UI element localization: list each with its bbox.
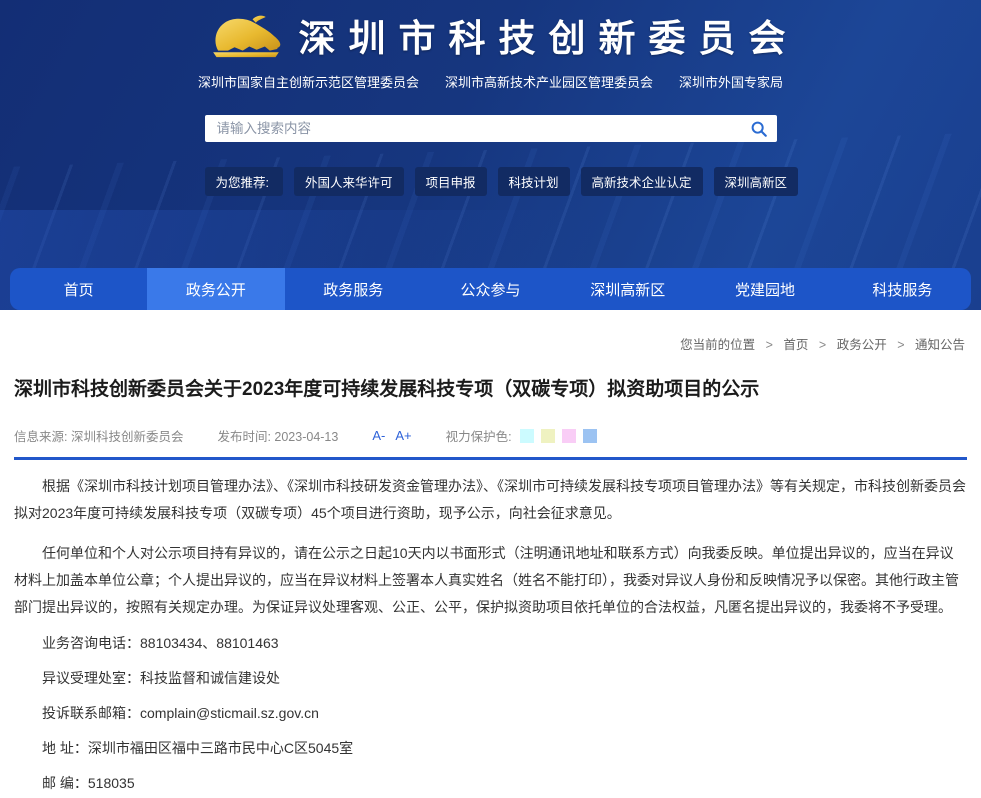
site-banner: 深圳市科技创新委员会 深圳市国家自主创新示范区管理委员会 深圳市高新技术产业园区… — [0, 0, 981, 310]
nav-item-gov-services[interactable]: 政务服务 — [285, 268, 422, 310]
eye-protect-swatch-blue[interactable] — [583, 429, 597, 443]
article-body: 根据《深圳市科技计划项目管理办法》、《深圳市科技研发资金管理办法》、《深圳市可持… — [14, 473, 967, 798]
eye-protect-label: 视力保护色: — [446, 426, 512, 445]
recommend-tags: 为您推荐: 外国人来华许可 项目申报 科技计划 高新技术企业认定 深圳高新区 — [205, 167, 777, 196]
breadcrumb: 您当前的位置 > 首页 > 政务公开 > 通知公告 — [14, 334, 967, 353]
article-title: 深圳市科技创新委员会关于2023年度可持续发展科技专项（双碳专项）拟资助项目的公… — [14, 374, 967, 401]
site-title: 深圳市科技创新委员会 — [299, 8, 799, 62]
sub-link-hightech-park[interactable]: 深圳市高新技术产业园区管理委员会 — [445, 72, 653, 91]
pioneer-bull-logo-icon — [205, 9, 287, 61]
search-bar — [205, 115, 777, 142]
contact-postcode: 邮 编：518035 — [14, 770, 967, 796]
nav-item-tech-services[interactable]: 科技服务 — [834, 268, 971, 310]
contact-address: 地 址：深圳市福田区福中三路市民中心C区5045室 — [14, 735, 967, 761]
contact-phone: 业务咨询电话：88103434、88101463 — [14, 630, 967, 656]
eye-protect-swatch-pink[interactable] — [562, 429, 576, 443]
search-icon — [750, 120, 768, 138]
tag-project-application[interactable]: 项目申报 — [415, 167, 487, 196]
publish-date: 发布时间: 2023-04-13 — [217, 426, 338, 445]
nav-item-hightech-zone[interactable]: 深圳高新区 — [559, 268, 696, 310]
contact-office: 异议受理处室：科技监督和诚信建设处 — [14, 665, 967, 691]
nav-item-gov-disclosure[interactable]: 政务公开 — [147, 268, 284, 310]
breadcrumb-notices[interactable]: 通知公告 — [915, 338, 965, 352]
tag-science-plan[interactable]: 科技计划 — [498, 167, 570, 196]
breadcrumb-separator: > — [819, 338, 826, 352]
title-divider — [14, 457, 967, 460]
breadcrumb-label: 您当前的位置 — [680, 338, 755, 352]
nav-item-public-participation[interactable]: 公众参与 — [422, 268, 559, 310]
main-nav: 首页 政务公开 政务服务 公众参与 深圳高新区 党建园地 科技服务 — [10, 268, 971, 310]
font-smaller-button[interactable]: A- — [372, 428, 385, 443]
breadcrumb-gov-disclosure[interactable]: 政务公开 — [837, 338, 887, 352]
tag-hightech-enterprise[interactable]: 高新技术企业认定 — [581, 167, 703, 196]
article-meta: 信息来源: 深圳科技创新委员会 发布时间: 2023-04-13 A- A+ 视… — [14, 426, 967, 445]
paragraph-objection-rules: 任何单位和个人对公示项目持有异议的，请在公示之日起10天内以书面形式（注明通讯地… — [14, 540, 967, 621]
paragraph-basis: 根据《深圳市科技计划项目管理办法》、《深圳市科技研发资金管理办法》、《深圳市可持… — [14, 473, 967, 527]
font-larger-button[interactable]: A+ — [395, 428, 411, 443]
tag-shenzhen-hightech-zone[interactable]: 深圳高新区 — [714, 167, 799, 196]
site-header: 深圳市科技创新委员会 — [205, 0, 777, 62]
sub-link-demonstration-zone[interactable]: 深圳市国家自主创新示范区管理委员会 — [198, 72, 419, 91]
breadcrumb-home[interactable]: 首页 — [783, 338, 808, 352]
article-page: 您当前的位置 > 首页 > 政务公开 > 通知公告 深圳市科技创新委员会关于20… — [0, 334, 981, 798]
eye-protect-swatch-cyan[interactable] — [520, 429, 534, 443]
nav-item-home[interactable]: 首页 — [10, 268, 147, 310]
sub-link-foreign-experts[interactable]: 深圳市外国专家局 — [679, 72, 783, 91]
search-button[interactable] — [747, 118, 771, 140]
breadcrumb-separator: > — [766, 338, 773, 352]
contact-email: 投诉联系邮箱：complain@sticmail.sz.gov.cn — [14, 700, 967, 726]
nav-item-party-building[interactable]: 党建园地 — [696, 268, 833, 310]
breadcrumb-separator: > — [897, 338, 904, 352]
search-input[interactable] — [205, 115, 777, 142]
info-source: 信息来源: 深圳科技创新委员会 — [14, 426, 183, 445]
tag-foreigner-permit[interactable]: 外国人来华许可 — [294, 167, 404, 196]
header-sub-links: 深圳市国家自主创新示范区管理委员会 深圳市高新技术产业园区管理委员会 深圳市外国… — [205, 72, 777, 91]
recommend-label: 为您推荐: — [205, 167, 283, 196]
eye-protect-swatch-yellow[interactable] — [541, 429, 555, 443]
